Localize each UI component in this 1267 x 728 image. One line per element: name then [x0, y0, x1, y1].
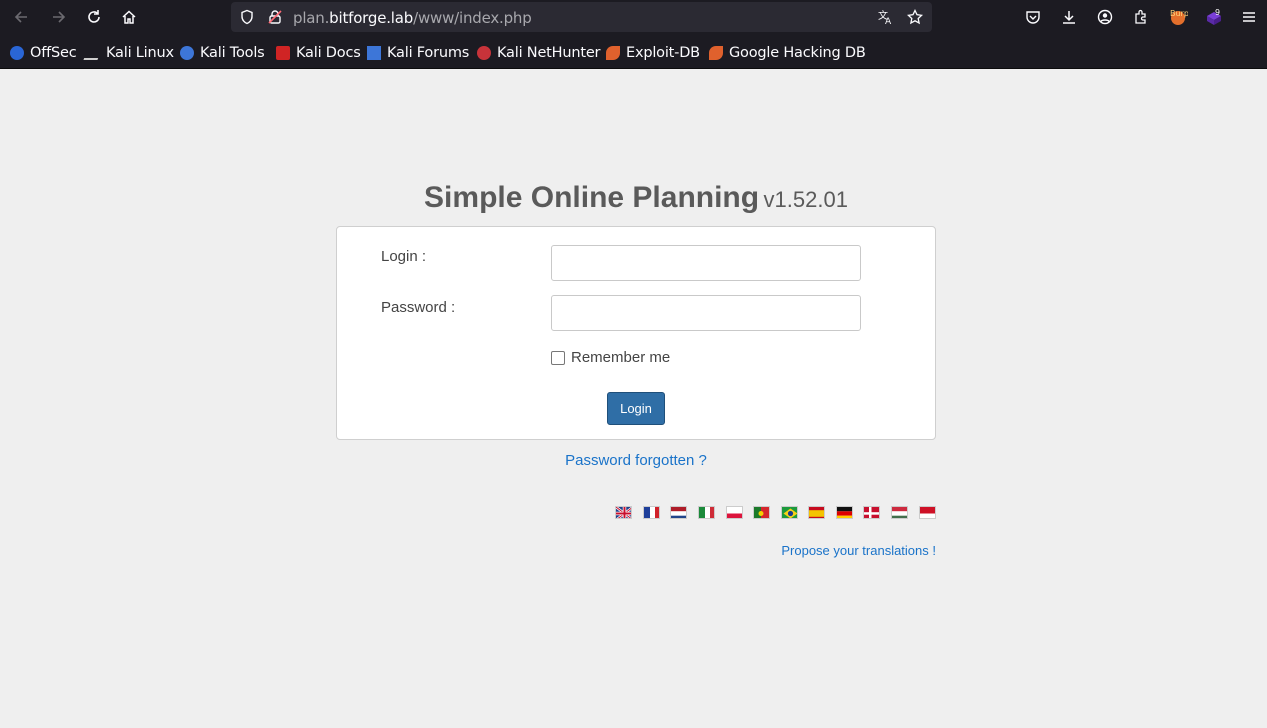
arrow-right-icon [53, 11, 66, 23]
flag-hungary-icon[interactable] [891, 506, 908, 519]
bookmark-kali-nethunter[interactable]: Kali NetHunter [477, 44, 601, 62]
flag-portugal-icon[interactable] [753, 506, 770, 519]
bookmark-star-icon[interactable] [907, 9, 923, 25]
account-icon [1097, 9, 1113, 25]
kali-tools-icon [180, 46, 194, 60]
browser-toolbar: plan.bitforge.lab/www/index.php 文A Burp … [0, 0, 1267, 35]
home-button[interactable] [116, 5, 142, 29]
flag-france-icon[interactable] [643, 506, 660, 519]
menu-button[interactable] [1236, 5, 1262, 29]
remember-label: Remember me [571, 349, 671, 366]
flag-spain-icon[interactable] [808, 506, 825, 519]
download-icon [1063, 11, 1075, 24]
flag-denmark-icon[interactable] [863, 506, 880, 519]
burp-icon: Burp [1170, 9, 1188, 25]
login-input[interactable] [551, 245, 861, 281]
propose-translations-link[interactable]: Propose your translations ! [781, 543, 936, 558]
exploit-db-icon [606, 46, 620, 60]
arrow-left-icon [14, 11, 27, 23]
login-form: Login : Password : Remember me Login [336, 226, 936, 440]
cube-extension-icon: 9 [1207, 8, 1221, 25]
bookmark-kali-tools[interactable]: Kali Tools [180, 44, 265, 62]
login-button[interactable]: Login [607, 392, 665, 425]
app-version: v1.52.01 [763, 187, 848, 212]
hamburger-icon [1243, 12, 1255, 22]
reload-button[interactable] [81, 5, 107, 29]
extension-button[interactable]: 9 [1201, 5, 1227, 29]
reload-icon [88, 10, 100, 23]
offsec-icon [10, 46, 24, 60]
flag-poland-icon[interactable] [726, 506, 743, 519]
flag-italy-icon[interactable] [698, 506, 715, 519]
kali-dragon-icon [83, 46, 103, 60]
flag-brazil-icon[interactable] [781, 506, 798, 519]
password-forgotten-link[interactable]: Password forgotten ? [336, 452, 936, 469]
remember-checkbox[interactable] [551, 350, 565, 365]
back-button[interactable] [9, 5, 35, 29]
account-button[interactable] [1092, 5, 1118, 29]
bookmarks-bar: OffSec Kali Linux Kali Tools Kali Docs K… [0, 35, 1267, 69]
extensions-button[interactable] [1128, 5, 1154, 29]
downloads-button[interactable] [1056, 5, 1082, 29]
kali-docs-icon [276, 46, 290, 60]
flag-netherlands-icon[interactable] [670, 506, 687, 519]
shield-icon[interactable] [239, 9, 255, 25]
password-label: Password : [381, 299, 456, 316]
bookmark-google-hacking-db[interactable]: Google Hacking DB [709, 44, 866, 62]
translate-icon[interactable]: 文A [878, 9, 894, 25]
url-text[interactable]: plan.bitforge.lab/www/index.php [293, 9, 532, 27]
bookmark-kali-docs[interactable]: Kali Docs [276, 44, 361, 62]
remember-me[interactable]: Remember me [551, 349, 670, 366]
forward-button[interactable] [45, 5, 71, 29]
app-name: Simple Online Planning [424, 181, 760, 214]
password-input[interactable] [551, 295, 861, 331]
insecure-lock-icon[interactable] [267, 9, 283, 25]
page-content: Simple Online Planning v1.52.01 Login : … [0, 69, 1267, 728]
pocket-icon [1026, 11, 1040, 24]
pocket-button[interactable] [1020, 5, 1046, 29]
page-title: Simple Online Planning v1.52.01 [336, 181, 936, 215]
bookmark-offsec[interactable]: OffSec [10, 44, 77, 62]
bookmark-exploit-db[interactable]: Exploit-DB [606, 44, 700, 62]
home-icon [122, 10, 136, 24]
flag-germany-icon[interactable] [836, 506, 853, 519]
address-bar[interactable]: plan.bitforge.lab/www/index.php 文A [231, 2, 932, 32]
svg-text:Burp: Burp [1170, 9, 1188, 18]
bookmark-kali-linux[interactable]: Kali Linux [83, 44, 174, 62]
kali-nethunter-icon [477, 46, 491, 60]
login-label: Login : [381, 248, 427, 265]
svg-text:A: A [885, 17, 892, 25]
puzzle-icon [1135, 9, 1146, 24]
burp-extension-button[interactable]: Burp [1165, 5, 1191, 29]
bookmark-kali-forums[interactable]: Kali Forums [367, 44, 469, 62]
kali-forums-icon [367, 46, 381, 60]
flag-uk-icon[interactable] [615, 506, 632, 519]
ghdb-icon [709, 46, 723, 60]
svg-text:9: 9 [1215, 8, 1220, 17]
flag-indonesia-icon[interactable] [919, 506, 936, 519]
